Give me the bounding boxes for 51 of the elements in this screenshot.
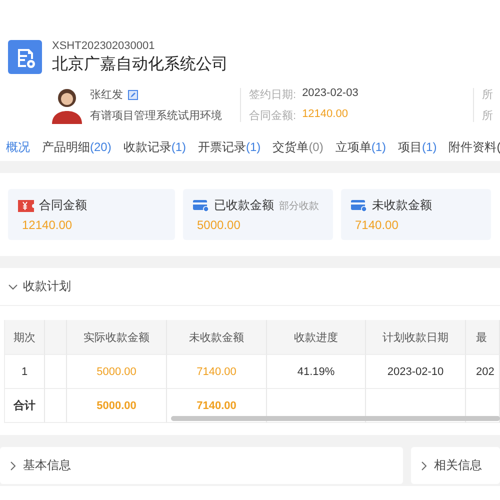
column-header: 计划收款日期 (366, 320, 466, 355)
table-cell: 7140.00 (167, 355, 267, 389)
column-header: 实际收款金额 (67, 320, 167, 355)
table-cell: 5000.00 (67, 389, 167, 423)
section-title: 收款计划 (23, 278, 71, 295)
chevron-icon[interactable] (8, 282, 18, 292)
table-cell: 合计 (5, 389, 45, 423)
tab[interactable]: 产品明细(20) (42, 137, 112, 157)
tab[interactable]: 项目(1) (398, 137, 437, 157)
column-header: 最 (466, 320, 500, 355)
column-header: 期次 (5, 320, 45, 355)
contract-icon (8, 40, 42, 74)
card-amount: 12140.00 (21, 218, 74, 232)
status-tag: 部分收款 (279, 198, 319, 212)
tab[interactable]: 开票记录(1) (198, 137, 261, 157)
panel-title: 相关信息 (434, 457, 482, 474)
scrollbar[interactable] (171, 416, 500, 421)
owner-name: 张红发 (90, 88, 123, 102)
card-label: 合同金额 (39, 197, 87, 214)
field-value: 12140.00 (302, 108, 348, 122)
card-icon (351, 200, 367, 212)
table-cell: 5000.00 (67, 355, 167, 389)
contract-code: XSHT202302030001 (52, 40, 156, 52)
field-label: 签约日期: (249, 88, 296, 102)
column-header: 收款进度 (267, 320, 366, 355)
table-cell: 41.19% (267, 355, 366, 389)
tab[interactable]: 收款记录(1) (123, 137, 186, 157)
card-amount: 7140.00 (354, 218, 400, 232)
organization-name: 有谱项目管理系统试用环境 (90, 108, 223, 123)
tab[interactable]: 概况 (6, 137, 30, 157)
tab[interactable]: 立项单(1) (335, 137, 386, 157)
field-label: 所 (482, 88, 493, 102)
field-label: 所 (482, 109, 493, 123)
card-label: 未收款金额 (372, 197, 432, 214)
table-cell: 202 (466, 355, 500, 389)
tab[interactable]: 交货单(0) (272, 137, 324, 157)
chevron-icon[interactable] (8, 460, 18, 470)
panel-title: 基本信息 (23, 457, 71, 474)
table-cell: 1 (5, 355, 45, 389)
card-amount: 5000.00 (196, 218, 242, 232)
table-cell: 2023-02-10 (366, 355, 466, 389)
yuan-icon (18, 200, 34, 212)
card-label: 已收款金额 (214, 197, 274, 214)
avatar-silhouette (50, 86, 84, 124)
field-label: 合同金额: (249, 108, 296, 123)
column-header: 未收款金额 (167, 320, 267, 355)
company-title: 北京广嘉自动化系统公司 (52, 54, 228, 75)
chevron-icon[interactable] (419, 460, 429, 470)
card-icon (193, 200, 209, 212)
field-value: 2023-02-03 (302, 87, 358, 101)
edit-icon[interactable] (128, 90, 138, 100)
